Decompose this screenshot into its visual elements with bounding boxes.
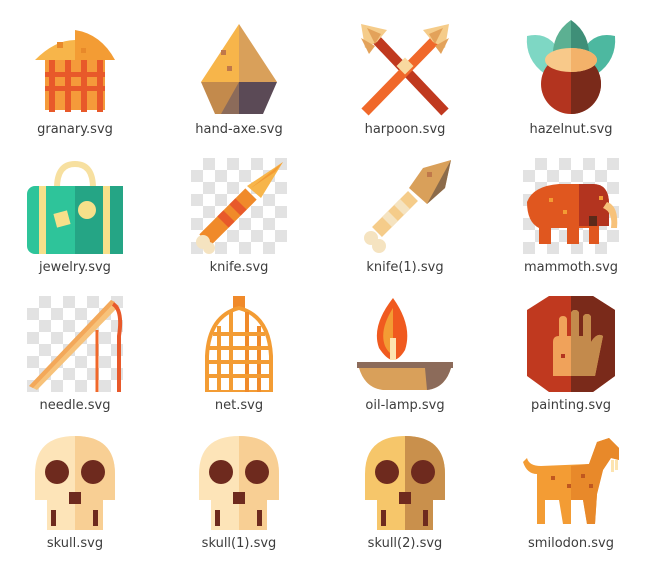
knife-icon [191,158,287,254]
oil-lamp-icon [357,296,453,392]
file-item[interactable]: oil-lamp.svg [330,276,480,414]
file-item[interactable]: knife.svg [164,138,314,276]
smilodon-icon [523,434,619,530]
file-name: skull(1).svg [201,536,277,551]
file-name: hand-axe.svg [195,122,283,137]
file-item[interactable]: painting.svg [496,276,646,414]
file-item[interactable]: needle.svg [0,276,150,414]
file-item[interactable]: hazelnut.svg [496,0,646,138]
harpoon-icon [357,20,453,116]
file-name: knife.svg [209,260,269,275]
file-item[interactable]: skull(2).svg [330,414,480,552]
jewelry-icon [27,158,123,254]
file-name: knife(1).svg [366,260,444,275]
needle-icon [27,296,123,392]
file-name: smilodon.svg [528,536,614,551]
hand-axe-icon [191,20,287,116]
file-item[interactable]: hand-axe.svg [164,0,314,138]
painting-icon [523,296,619,392]
mammoth-icon [523,158,619,254]
file-name: needle.svg [39,398,111,413]
file-name: oil-lamp.svg [365,398,445,413]
skull-2-icon [357,434,453,530]
hazelnut-icon [523,20,619,116]
file-name: painting.svg [530,398,612,413]
file-name: skull.svg [46,536,104,551]
granary-icon [27,20,123,116]
file-item[interactable]: mammoth.svg [496,138,646,276]
file-item[interactable]: skull.svg [0,414,150,552]
file-name: jewelry.svg [39,260,111,275]
file-name: mammoth.svg [523,260,619,275]
file-item[interactable]: net.svg [164,276,314,414]
file-item[interactable]: jewelry.svg [0,138,150,276]
net-icon [191,296,287,392]
file-name: harpoon.svg [364,122,446,137]
file-item[interactable]: harpoon.svg [330,0,480,138]
file-item[interactable]: skull(1).svg [164,414,314,552]
skull-1-icon [191,434,287,530]
file-name: skull(2).svg [367,536,443,551]
file-grid: granary.svg hand-axe.svg harpoon.svg haz… [0,0,654,574]
file-item[interactable]: knife(1).svg [330,138,480,276]
file-item[interactable]: granary.svg [0,0,150,138]
knife-1-icon [357,158,453,254]
file-name: granary.svg [37,122,113,137]
file-name: hazelnut.svg [529,122,613,137]
file-item[interactable]: smilodon.svg [496,414,646,552]
skull-icon [27,434,123,530]
file-name: net.svg [214,398,264,413]
